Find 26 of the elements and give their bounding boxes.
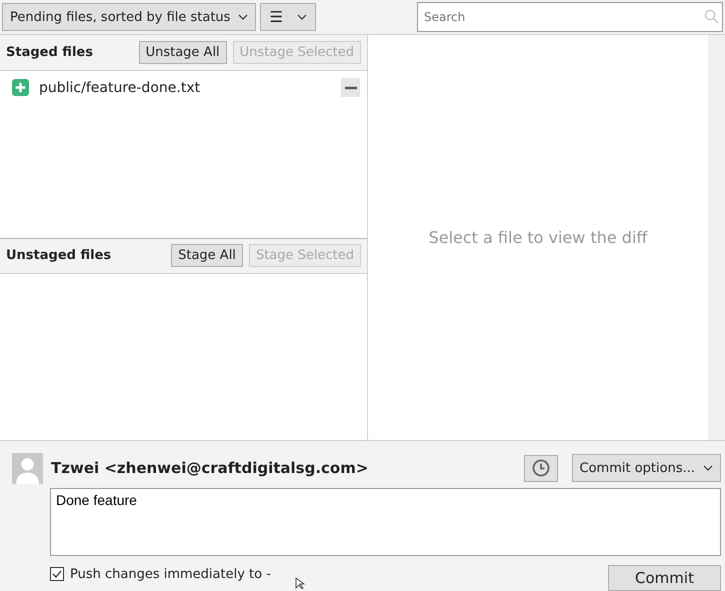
author-name: Tzwei <zhenwei@craftdigitalsg.com> — [51, 459, 368, 477]
section-title: Unstaged files — [6, 248, 112, 263]
unstage-file-button[interactable] — [341, 78, 360, 97]
diff-placeholder: Select a file to view the diff — [428, 228, 648, 247]
caret-icon — [238, 14, 248, 20]
clock-icon — [532, 459, 550, 477]
stage-button[interactable]: Stage All — [171, 244, 243, 267]
plus-icon — [12, 79, 29, 96]
file-name[interactable]: public/feature-done.txt — [39, 80, 331, 96]
caret-icon — [296, 14, 307, 20]
history-button[interactable] — [524, 454, 558, 482]
search-icon — [704, 9, 719, 24]
list-mode-button[interactable]: ☰ — [260, 3, 316, 31]
stage-button[interactable]: Unstage All — [138, 41, 227, 64]
avatar-icon — [12, 452, 43, 484]
scrollbar[interactable] — [708, 35, 725, 440]
commit-button[interactable]: Commit — [608, 565, 721, 591]
minus-icon — [344, 86, 356, 90]
caret-icon — [703, 465, 713, 471]
push-label: Push changes immediately to - — [70, 566, 271, 582]
section-title: Staged files — [6, 45, 94, 60]
push-checkbox[interactable] — [50, 567, 64, 581]
commit-options-dropdown[interactable]: Commit options... — [572, 454, 721, 482]
commit-message-field[interactable]: Done feature — [50, 488, 721, 556]
search-field[interactable]: Search — [417, 2, 723, 32]
view-dropdown[interactable]: Pending files, sorted by file status — [2, 3, 256, 31]
